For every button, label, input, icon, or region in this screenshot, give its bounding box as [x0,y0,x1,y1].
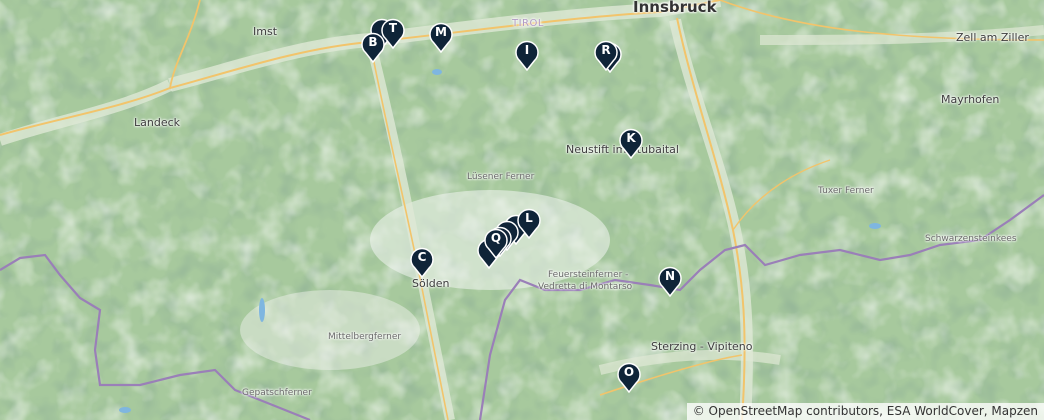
label-lusener-ferner: Lüsener Ferner [467,172,535,182]
label-gepatschferner: Gepatschferner [242,388,312,398]
map-marker-o[interactable]: O [617,361,641,393]
marker-label: O [623,365,635,379]
marker-label: C [417,250,427,264]
map-marker-q[interactable]: Q [484,227,508,259]
map-marker-k[interactable]: K [619,127,643,159]
marker-label: R [601,43,611,57]
map-attribution[interactable]: © OpenStreetMap contributors, ESA WorldC… [686,403,1044,420]
marker-label: N [664,269,676,283]
label-imst: Imst [253,25,278,38]
label-sterzing-vipiteno: Sterzing - Vipiteno [651,340,753,353]
label-landeck: Landeck [134,116,181,129]
label-innsbruck: Innsbruck [633,0,717,16]
marker-label: T [388,21,398,35]
map-marker-l[interactable]: L [517,207,541,239]
label-mittelbergferner: Mittelbergferner [328,332,402,342]
label-schwarzensteinkees: Schwarzensteinkees [925,234,1017,244]
label-zell-am-ziller: Zell am Ziller [956,31,1029,44]
map-canvas[interactable]: Innsbruck TIROL Imst Landeck Zell am Zil… [0,0,1044,420]
marker-label: I [524,43,530,57]
marker-label: M [435,25,447,39]
label-vedretta-di-montarso: Vedretta di Montarso [538,282,633,292]
label-solden: Sölden [412,277,450,290]
marker-label: Q [490,231,502,245]
map-marker-c[interactable]: C [410,246,434,278]
map-marker-r[interactable]: R [594,39,618,71]
map-marker-n[interactable]: N [658,265,682,297]
marker-label: K [626,131,636,145]
label-mayrhofen: Mayrhofen [941,93,1000,106]
map-marker-i[interactable]: I [515,39,539,71]
label-tirol: TIROL [512,18,544,29]
map-marker-m[interactable]: M [429,21,453,53]
label-tuxer-ferner: Tuxer Ferner [818,186,874,196]
label-feuersteinferner: Feuersteinferner - [548,270,629,280]
map-marker-t[interactable]: T [381,17,405,49]
marker-label: L [525,211,533,225]
